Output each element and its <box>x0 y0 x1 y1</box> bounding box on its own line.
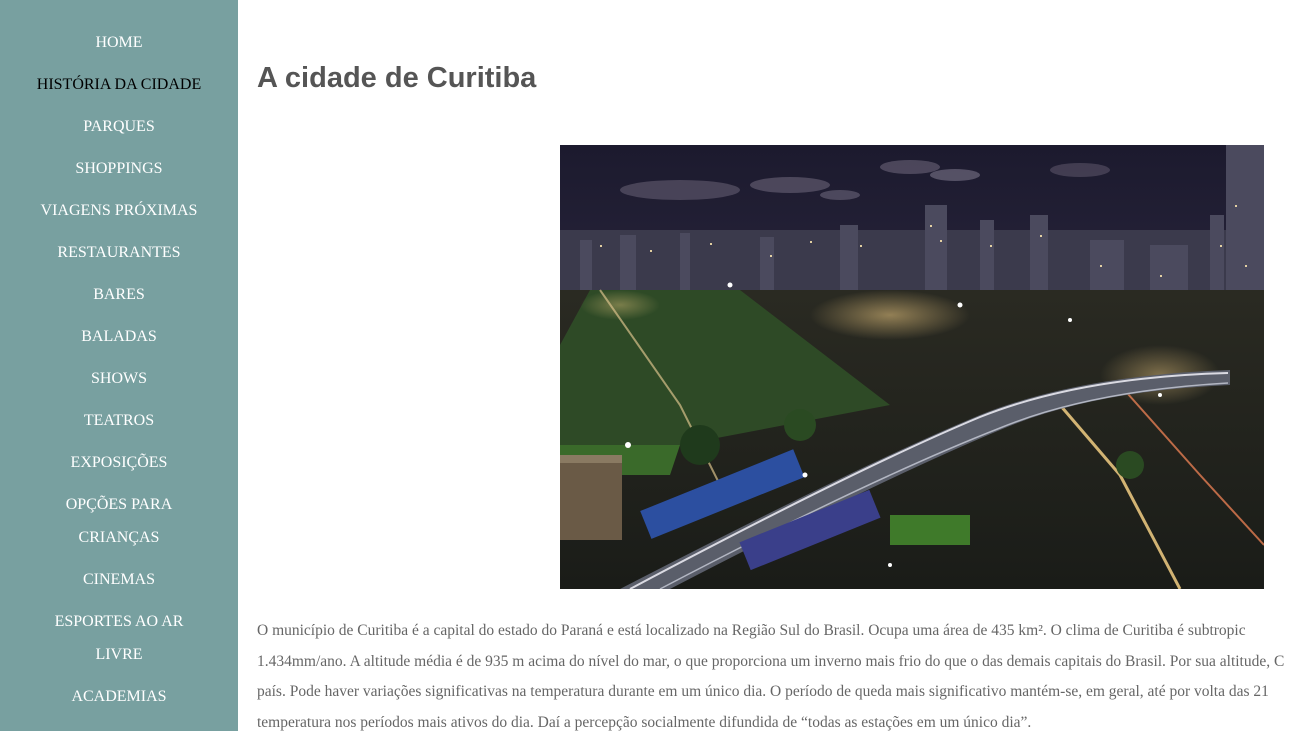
nav-item-label-line1: ESPORTES AO AR <box>54 613 184 630</box>
nav-item-cinemas[interactable]: CINEMAS <box>0 563 238 596</box>
paragraph-line: temperatura nos períodos mais ativos do … <box>257 713 1032 731</box>
city-description: O município de Curitiba é a capital do e… <box>257 616 1300 731</box>
sidebar: HOME HISTÓRIA DA CIDADE PARQUES SHOPPING… <box>0 0 238 731</box>
nav-item-bares[interactable]: BARES <box>0 278 238 311</box>
nav-item-parques[interactable]: PARQUES <box>0 110 238 143</box>
nav-item-shows[interactable]: SHOWS <box>0 362 238 395</box>
nav-item-opcoes-para-criancas[interactable]: OPÇÕES PARA CRIANÇAS <box>0 488 238 554</box>
paragraph-line: O município de Curitiba é a capital do e… <box>257 622 1246 639</box>
nav-item-label-line2: LIVRE <box>95 646 143 663</box>
paragraph-line: 1.434mm/ano. A altitude média é de 935 m… <box>257 652 1285 670</box>
nav-item-home[interactable]: HOME <box>0 26 238 59</box>
main-content: A cidade de Curitiba O município de Curi… <box>257 0 1300 731</box>
nav-item-label-line2: CRIANÇAS <box>78 529 160 546</box>
nav-item-academias[interactable]: ACADEMIAS <box>0 680 238 713</box>
nav-item-restaurantes[interactable]: RESTAURANTES <box>0 236 238 269</box>
city-night-photo <box>560 145 1264 589</box>
sidebar-nav: HOME HISTÓRIA DA CIDADE PARQUES SHOPPING… <box>0 0 238 713</box>
nav-item-exposicoes[interactable]: EXPOSIÇÕES <box>0 446 238 479</box>
paragraph-line: país. Pode haver variações significativa… <box>257 683 1269 700</box>
nav-item-baladas[interactable]: BALADAS <box>0 320 238 353</box>
page-title: A cidade de Curitiba <box>257 62 537 94</box>
nav-item-label-line1: OPÇÕES PARA <box>65 496 173 513</box>
nav-item-teatros[interactable]: TEATROS <box>0 404 238 437</box>
nav-item-historia-da-cidade[interactable]: HISTÓRIA DA CIDADE <box>0 68 238 101</box>
nav-item-esportes-ao-ar-livre[interactable]: ESPORTES AO AR LIVRE <box>0 605 238 671</box>
nav-item-shoppings[interactable]: SHOPPINGS <box>0 152 238 185</box>
nav-item-viagens-proximas[interactable]: VIAGENS PRÓXIMAS <box>0 194 238 227</box>
